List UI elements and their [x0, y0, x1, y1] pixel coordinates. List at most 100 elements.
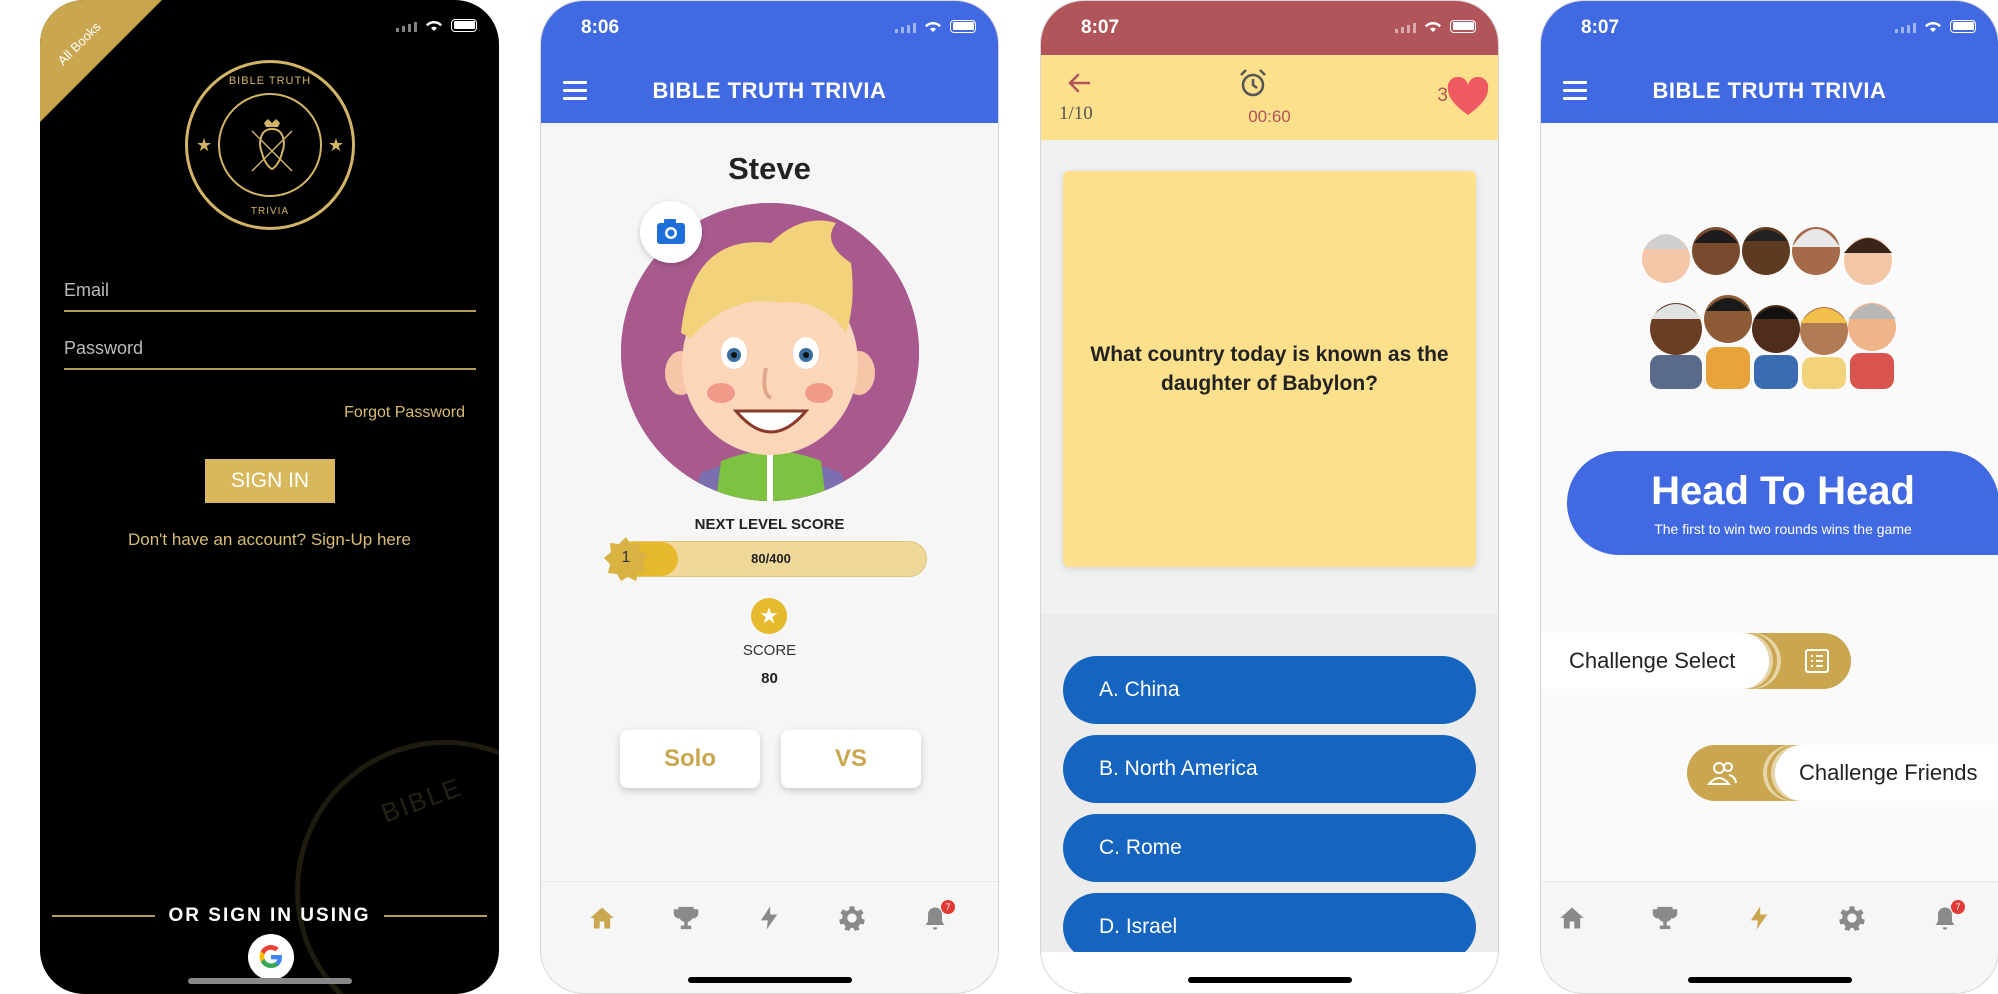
lightning-icon [1750, 906, 1768, 930]
battery-icon [1950, 19, 1976, 33]
trophy-icon [1652, 906, 1678, 930]
head-to-head-card: Head To Head The first to win two rounds… [1567, 451, 1998, 555]
answer-option-d[interactable]: D. Israel [1063, 893, 1476, 961]
next-level-label: NEXT LEVEL SCORE [694, 516, 845, 533]
star-icon: ★ [327, 135, 344, 155]
signal-icon [1395, 19, 1416, 33]
lightning-icon [760, 906, 778, 930]
notification-badge: 7 [941, 900, 955, 914]
status-bar: 8:06 [541, 1, 998, 55]
signal-icon [396, 18, 417, 32]
tab-settings[interactable] [838, 904, 870, 936]
tab-notifications[interactable]: 7 [921, 900, 955, 936]
app-bar: 8:06 BIBLE TRUTH TRIVIA [541, 1, 998, 123]
signin-screen: 8:12 All Books BIBLE TRUTH ★ ★ TRIVIA Em… [40, 0, 499, 994]
battery-icon [950, 19, 976, 33]
status-time: 8:07 [1081, 17, 1120, 38]
list-icon [1805, 649, 1829, 673]
level-badge: 1 [603, 536, 649, 582]
alarm-clock-icon [1240, 69, 1266, 97]
challenge-friends-label: Challenge Friends [1799, 760, 1978, 785]
logo-top-text: BIBLE TRUTH [228, 75, 312, 87]
gear-icon [1839, 906, 1865, 931]
score-label: SCORE [742, 642, 797, 659]
email-field[interactable]: Email [64, 268, 476, 312]
challenge-select-button[interactable]: Challenge Select [1541, 633, 1851, 689]
people-group-illustration [1642, 227, 1896, 389]
app-title: BIBLE TRUTH TRIVIA [1652, 78, 1887, 103]
quiz-header: 1/10 00:60 3 [1041, 55, 1498, 140]
level-number: 1 [621, 549, 631, 566]
answer-option-a[interactable]: A. China [1063, 656, 1476, 724]
status-time: 8:06 [581, 17, 620, 38]
signal-icon [895, 19, 916, 33]
tab-challenge[interactable] [1745, 904, 1777, 936]
tab-leaderboard[interactable] [672, 904, 704, 936]
tab-home[interactable] [588, 904, 620, 936]
back-arrow-icon[interactable] [1065, 69, 1093, 97]
tab-notifications[interactable]: 7 [1931, 900, 1965, 936]
home-indicator [687, 977, 852, 983]
friends-icon [1707, 762, 1737, 785]
password-field[interactable]: Password [64, 326, 476, 370]
home-indicator [1687, 977, 1852, 983]
camera-icon[interactable] [640, 201, 702, 263]
score-value: 80 [761, 670, 778, 687]
vs-button[interactable]: VS [781, 730, 921, 788]
forgot-password-link[interactable]: Forgot Password [344, 404, 465, 422]
status-bar: 8:07 [1041, 1, 1498, 55]
background-watermark: BIBLE [295, 740, 499, 994]
answers-area: A. China B. North America C. Rome D. Isr… [1041, 614, 1498, 993]
head-to-head-subtitle: The first to win two rounds wins the gam… [1654, 521, 1912, 537]
challenge-friends-button[interactable]: Challenge Friends [1687, 745, 1998, 801]
quiz-screen: 8:07 1/10 00:60 3 What country today is … [1040, 0, 1499, 994]
solo-button[interactable]: Solo [620, 730, 760, 788]
gear-icon [839, 906, 865, 931]
question-card: What country today is known as the daugh… [1063, 171, 1476, 567]
tab-settings[interactable] [1838, 904, 1870, 936]
home-icon [590, 907, 614, 929]
question-text: What country today is known as the daugh… [1090, 342, 1449, 395]
battery-icon [451, 18, 477, 32]
signal-icon [1895, 19, 1916, 33]
heart-icon [1447, 77, 1489, 115]
wifi-icon [1925, 22, 1941, 32]
app-logo: BIBLE TRUTH ★ ★ TRIVIA [185, 60, 355, 230]
answer-option-c[interactable]: C. Rome [1063, 814, 1476, 882]
battery-icon [1450, 19, 1476, 33]
star-icon: ★ [196, 135, 213, 155]
lion-icon [251, 119, 293, 172]
app-title: BIBLE TRUTH TRIVIA [652, 78, 887, 103]
tab-home[interactable] [1558, 904, 1590, 936]
tab-leaderboard[interactable] [1651, 904, 1683, 936]
or-sign-in-divider: OR SIGN IN USING [52, 905, 487, 927]
status-time: 8:07 [1581, 17, 1620, 38]
logo-bottom-text: TRIVIA [250, 206, 290, 217]
star-icon: ★ [751, 598, 787, 634]
trophy-icon [673, 906, 699, 930]
challenge-select-label: Challenge Select [1569, 648, 1736, 673]
home-icon [1560, 907, 1584, 929]
status-bar: 8:07 [1541, 1, 1998, 55]
home-indicator [1187, 977, 1352, 983]
tab-challenge[interactable] [755, 904, 787, 936]
sign-in-button[interactable]: SIGN IN [205, 459, 335, 503]
home-indicator [187, 978, 352, 984]
progress-text: 80/400 [751, 551, 791, 566]
head-to-head-title: Head To Head [1651, 469, 1915, 513]
all-books-ribbon: All Books [40, 0, 162, 122]
level-progress-bar: 80/400 [615, 541, 927, 577]
wifi-icon [1425, 22, 1441, 32]
app-bar: 8:07 BIBLE TRUTH TRIVIA [1541, 1, 1998, 123]
profile-screen: 8:06 BIBLE TRUTH TRIVIA Steve NEXT LEVEL… [540, 0, 999, 994]
answer-option-b[interactable]: B. North America [1063, 735, 1476, 803]
wifi-icon [426, 21, 442, 31]
or-sign-in-label: OR SIGN IN USING [168, 905, 371, 926]
wifi-icon [925, 22, 941, 32]
username: Steve [728, 151, 811, 186]
head-to-head-screen: 8:07 BIBLE TRUTH TRIVIA Head To Head The… [1540, 0, 1998, 994]
notification-badge: 7 [1951, 900, 1965, 914]
timer: 00:60 [1248, 107, 1291, 126]
signup-link[interactable]: Don't have an account? Sign-Up here [40, 530, 499, 550]
google-icon[interactable] [248, 934, 294, 980]
